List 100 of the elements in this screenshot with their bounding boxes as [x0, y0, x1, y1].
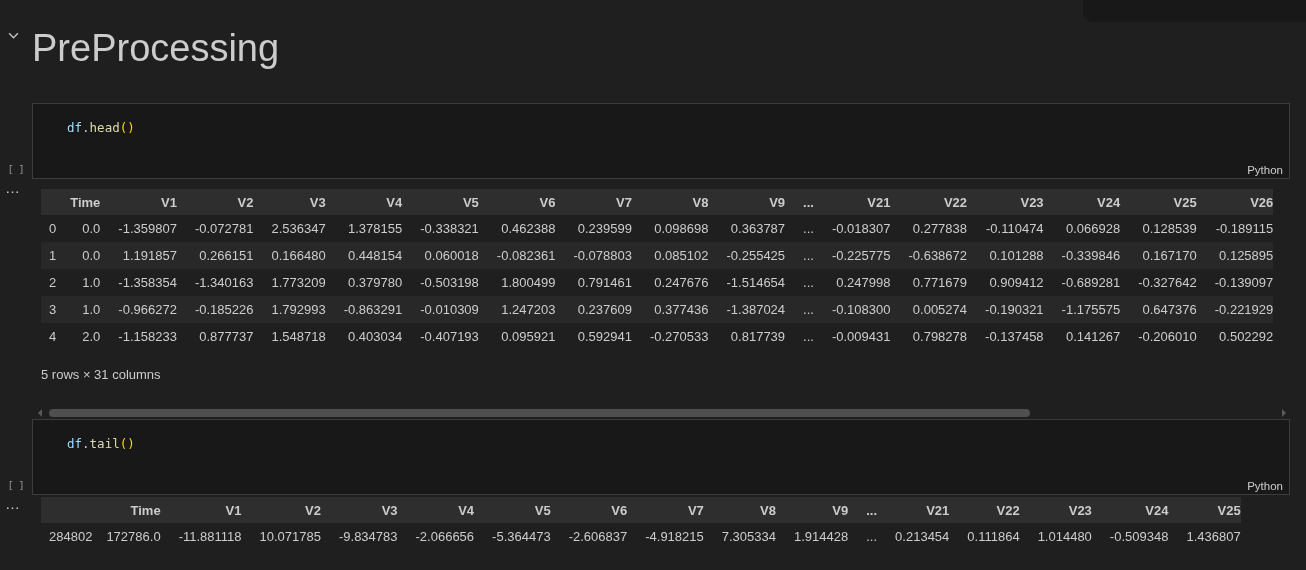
column-header: V5 — [462, 194, 479, 210]
table-cell: ... — [803, 248, 814, 263]
table-cell: 1.548718 — [271, 329, 326, 344]
table-cell: -0.018307 — [831, 221, 891, 236]
table-cell: -2.066656 — [415, 529, 475, 544]
column-header: V2 — [305, 502, 321, 518]
column-header: V1 — [225, 502, 242, 518]
table-cell: -0.139097 — [1214, 275, 1274, 290]
table-cell: 0.167170 — [1142, 248, 1197, 263]
table-cell: ... — [803, 302, 814, 317]
table-cell: 0.277838 — [912, 221, 968, 236]
table-cell: 7.305334 — [721, 529, 776, 544]
table-cell: ... — [803, 221, 814, 236]
code-editor[interactable]: df.tail() Python — [32, 419, 1290, 495]
column-header: V23 — [1020, 194, 1044, 210]
table-cell: -11.881118 — [178, 529, 242, 544]
table-cell: -1.340163 — [194, 275, 254, 290]
column-header: V24 — [1097, 194, 1121, 210]
table-cell: 1.247203 — [501, 302, 556, 317]
column-header: V6 — [611, 502, 628, 518]
table-cell: 2.536347 — [271, 221, 326, 236]
table-cell: 0.877737 — [199, 329, 254, 344]
table-cell: 0.379780 — [348, 275, 403, 290]
table-cell: -0.509348 — [1109, 529, 1169, 544]
column-header: V7 — [687, 502, 704, 518]
table-cell: 1.914428 — [794, 529, 849, 544]
table-cell: -0.206010 — [1138, 329, 1197, 344]
table-cell: 0.791461 — [577, 275, 632, 290]
table-cell: -0.255425 — [726, 248, 786, 263]
table-cell: -0.189115 — [1215, 221, 1274, 236]
code-editor[interactable]: df.head() Python — [32, 103, 1290, 179]
output-menu[interactable]: … — [5, 496, 20, 512]
column-header: V7 — [616, 194, 632, 210]
table-cell: 1.0 — [82, 302, 101, 317]
table-cell: 0.403034 — [348, 329, 403, 344]
row-index: 284802 — [49, 529, 93, 544]
table-cell: -0.638672 — [908, 248, 968, 263]
table-cell: 0.363787 — [730, 221, 786, 236]
table-cell: -1.358354 — [118, 275, 177, 290]
column-header: V5 — [534, 502, 551, 518]
table-cell: -0.082361 — [496, 248, 556, 263]
table-cell: 0.502292 — [1219, 329, 1274, 344]
table-cell: 10.071785 — [259, 529, 321, 544]
table-cell: 0.462388 — [501, 221, 556, 236]
row-index: 4 — [49, 329, 57, 344]
table-cell: -0.108300 — [831, 302, 891, 317]
row-index: 2 — [49, 275, 57, 290]
column-header: V25 — [1217, 502, 1241, 518]
column-header: V6 — [539, 194, 556, 210]
table-cell: -0.010309 — [420, 302, 479, 317]
row-index: 3 — [49, 302, 57, 317]
output-menu[interactable]: … — [5, 180, 20, 196]
language-label[interactable]: Python — [1247, 164, 1283, 176]
table-cell: 0.141267 — [1065, 329, 1121, 344]
table-cell: -1.387024 — [726, 302, 786, 317]
table-cell: 0.005274 — [912, 302, 968, 317]
table-cell: -1.175575 — [1061, 302, 1121, 317]
table-cell: -0.966272 — [118, 302, 177, 317]
table-cell: -0.072781 — [194, 221, 254, 236]
table-cell: 0.647376 — [1142, 302, 1197, 317]
scroll-right-icon[interactable] — [1281, 409, 1287, 417]
column-header: Time — [130, 502, 161, 518]
table-cell: -1.359807 — [118, 221, 177, 236]
table-cell: 0.166480 — [271, 248, 326, 263]
table-cell: 0.095921 — [501, 329, 556, 344]
table-cell: 0.213454 — [895, 529, 950, 544]
row-index: 1 — [49, 248, 57, 263]
table-cell: 0.448154 — [348, 248, 403, 263]
table-cell: -0.185226 — [194, 302, 254, 317]
table-cell: -1.158233 — [118, 329, 177, 344]
chevron-down-icon[interactable] — [8, 32, 19, 39]
table-cell: 0.0 — [82, 221, 101, 236]
language-label[interactable]: Python — [1247, 480, 1283, 492]
row-index: 0 — [49, 221, 57, 236]
execution-count: [ ] — [7, 481, 25, 491]
table-cell: 1.0 — [82, 275, 101, 290]
scroll-left-icon[interactable] — [37, 409, 43, 417]
table-cell: -0.503198 — [420, 275, 479, 290]
table-cell: -0.078803 — [573, 248, 632, 263]
column-header: V2 — [237, 194, 254, 210]
column-header: V8 — [692, 194, 709, 210]
column-header: ... — [803, 194, 814, 210]
table-cell: ... — [803, 275, 814, 290]
table-cell: 0.085102 — [654, 248, 709, 263]
table-cell: 0.111864 — [967, 529, 1020, 544]
table-cell: -2.606837 — [568, 529, 628, 544]
horizontal-scrollbar[interactable] — [49, 409, 1030, 417]
column-header: ... — [866, 502, 878, 518]
column-header: V24 — [1145, 502, 1169, 518]
table-cell: -0.190321 — [985, 302, 1044, 317]
table-cell: -4.918215 — [645, 529, 704, 544]
column-header: V23 — [1068, 502, 1092, 518]
table-cell: ... — [866, 529, 878, 544]
execution-count: [ ] — [7, 165, 25, 175]
table-cell: 0.817739 — [730, 329, 786, 344]
column-header: V26 — [1250, 194, 1274, 210]
table-cell: 0.592941 — [577, 329, 632, 344]
table-cell: 0.247676 — [654, 275, 709, 290]
table-cell: 1.378155 — [348, 221, 403, 236]
table-cell: 1.436807 — [1186, 529, 1241, 544]
